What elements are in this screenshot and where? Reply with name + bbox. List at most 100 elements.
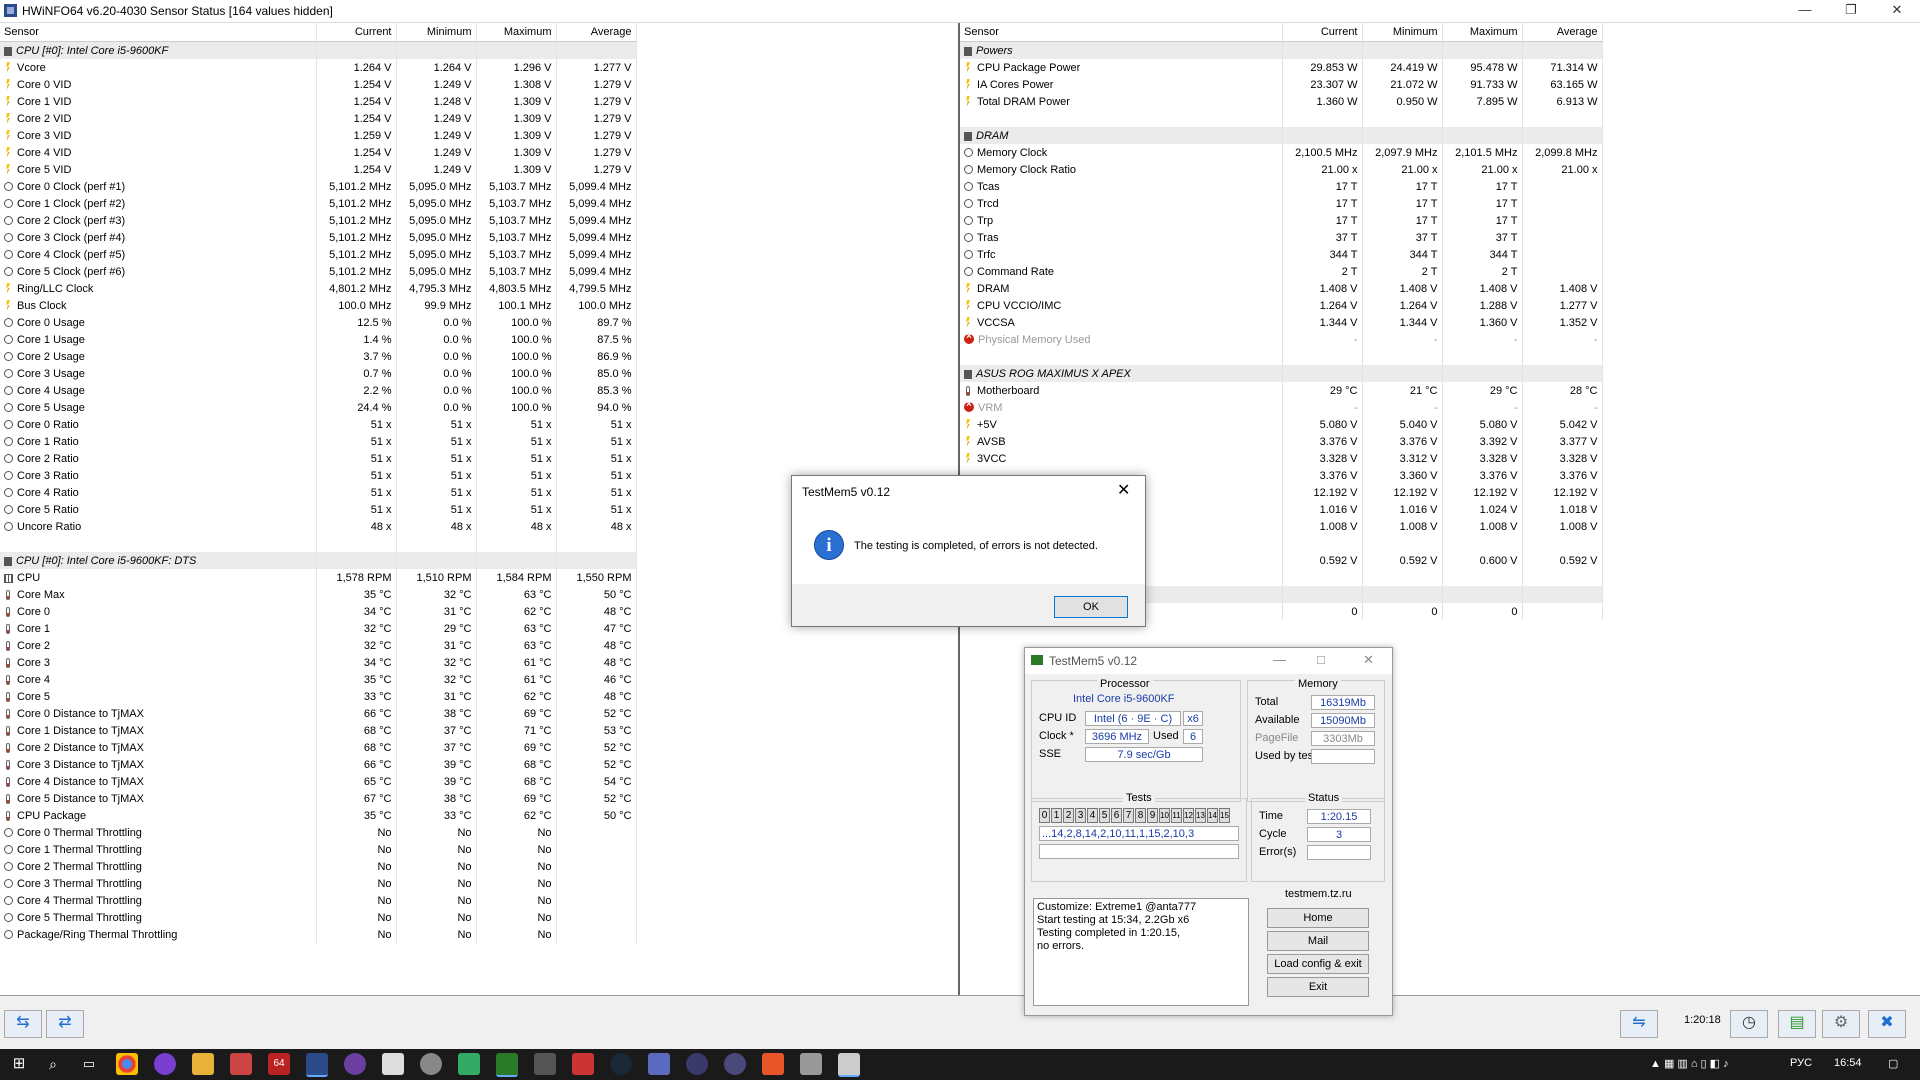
sensor-row[interactable]: Core 0 Ratio 51 x 51 x 51 x 51 x — [0, 416, 637, 433]
report-icon[interactable]: ▤ — [1778, 1010, 1816, 1038]
exit-button[interactable]: Exit — [1267, 977, 1369, 997]
navigate-collapse-icon[interactable]: ⇄ — [46, 1010, 84, 1038]
sensor-row[interactable]: CPU 1,578 RPM 1,510 RPM 1,584 RPM 1,550 RPM — [0, 569, 637, 586]
notepad-icon[interactable] — [382, 1053, 404, 1075]
navigate-left-right-icon[interactable]: ⇆ — [4, 1010, 42, 1038]
sensor-group-row[interactable]: ASUS ROG MAXIMUS X APEX — [960, 365, 1603, 382]
minimize-icon[interactable]: — — [1273, 652, 1286, 667]
chrome-icon[interactable] — [116, 1053, 138, 1075]
sensor-row[interactable]: Trfc 344 T 344 T 344 T — [960, 246, 1603, 263]
col-minimum[interactable]: Minimum — [1362, 23, 1443, 42]
col-average[interactable]: Average — [1522, 23, 1603, 42]
sensor-row[interactable]: Core 3 VID 1.259 V 1.249 V 1.309 V 1.279 V — [0, 127, 637, 144]
sensor-row[interactable]: Core 1 Clock (perf #2) 5,101.2 MHz 5,095.0… — [0, 195, 637, 212]
notification-icon[interactable]: ▢ — [1888, 1057, 1898, 1070]
sensor-row[interactable]: Core 2 Thermal Throttling No No No — [0, 858, 637, 875]
home-button[interactable]: Home — [1267, 908, 1369, 928]
app-icon-green[interactable] — [458, 1053, 480, 1075]
sensor-row[interactable]: Core 1 Thermal Throttling No No No — [0, 841, 637, 858]
app-icon-grid[interactable] — [800, 1053, 822, 1075]
windows-start-icon[interactable]: ⊞ — [8, 1053, 30, 1075]
dialog-taskbar-icon[interactable] — [838, 1053, 860, 1077]
sensor-row[interactable]: Core 2 VID 1.254 V 1.249 V 1.309 V 1.279 V — [0, 110, 637, 127]
col-average[interactable]: Average — [556, 23, 637, 42]
col-sensor[interactable]: Sensor — [0, 23, 317, 42]
sensor-row[interactable]: Command Rate 2 T2 T2 T — [960, 263, 1603, 280]
app-icon-violet[interactable] — [344, 1053, 366, 1075]
sensor-row[interactable]: Core 0 34 °C 31 °C 62 °C 48 °C — [0, 603, 637, 620]
sensor-row[interactable]: Core 0 Usage 12.5 % 0.0 % 100.0 % 89.7 % — [0, 314, 637, 331]
sensor-row[interactable]: Core 2 Distance to TjMAX 68 °C 37 °C 69 °C 5… — [0, 739, 637, 756]
minimize-icon[interactable]: — — [1782, 0, 1828, 22]
close-icon[interactable]: ✕ — [1874, 0, 1920, 22]
sensor-row[interactable]: Uncore Ratio 48 x 48 x 48 x 48 x — [0, 518, 637, 535]
sensor-row[interactable]: Tcas 17 T 17 T 17 T — [960, 178, 1603, 195]
sensor-row[interactable]: Memory Clock 2,100.5 MHz 2,097.9 MHz 2,101.… — [960, 144, 1603, 161]
sensor-row[interactable]: Core 1 32 °C 29 °C 63 °C 47 °C — [0, 620, 637, 637]
ok-button[interactable]: OK — [1054, 596, 1128, 618]
clock-icon[interactable]: ◷ — [1730, 1010, 1768, 1038]
sensor-row[interactable]: Core Max 35 °C 32 °C 63 °C 50 °C — [0, 586, 637, 603]
sensor-row[interactable]: Core 4 Clock (perf #5) 5,101.2 MHz 5,095.0… — [0, 246, 637, 263]
sensor-row[interactable]: Core 3 Ratio 51 x 51 x 51 x 51 x — [0, 467, 637, 484]
sensor-row[interactable]: Core 3 34 °C 32 °C 61 °C 48 °C — [0, 654, 637, 671]
sensor-row[interactable]: Core 4 Usage 2.2 % 0.0 % 100.0 % 85.3 % — [0, 382, 637, 399]
sensor-row[interactable]: +5V 5.080 V 5.040 V 5.080 V 5.042 V — [960, 416, 1603, 433]
sensor-row[interactable]: Core 5 Usage 24.4 % 0.0 % 100.0 % 94.0 % — [0, 399, 637, 416]
sensor-row[interactable]: Core 1 VID 1.254 V 1.248 V 1.309 V 1.279 V — [0, 93, 637, 110]
app-icon-circle-2[interactable] — [724, 1053, 746, 1075]
col-minimum[interactable]: Minimum — [396, 23, 477, 42]
hwinfo-taskbar-icon[interactable] — [306, 1053, 328, 1077]
steam-icon[interactable] — [610, 1053, 632, 1075]
app-icon-orange[interactable] — [762, 1053, 784, 1075]
sensor-group-row[interactable]: CPU [#0]: Intel Core i5-9600KF: DTS — [0, 552, 637, 569]
aida64-icon[interactable]: 64 — [268, 1053, 290, 1075]
load-config-exit-button[interactable]: Load config & exit — [1267, 954, 1369, 974]
sensor-row[interactable]: DRAM 1.408 V 1.408 V 1.408 V 1.408 V — [960, 280, 1603, 297]
sensor-row[interactable]: Core 4 35 °C 32 °C 61 °C 46 °C — [0, 671, 637, 688]
sensor-row[interactable]: Bus Clock 100.0 MHz 99.9 MHz 100.1 MHz 100.0… — [0, 297, 637, 314]
col-current[interactable]: Current — [316, 23, 397, 42]
sensor-row[interactable]: Core 5 Distance to TjMAX 67 °C 38 °C 69 °C 5… — [0, 790, 637, 807]
sensor-row[interactable]: Core 3 Distance to TjMAX 66 °C 39 °C 68 °C 5… — [0, 756, 637, 773]
network-icon[interactable]: ⇋ — [1620, 1010, 1658, 1038]
sensor-row[interactable]: Core 0 Thermal Throttling No No No — [0, 824, 637, 841]
keyboard-language[interactable]: РУС — [1790, 1057, 1812, 1069]
sensor-row[interactable]: Core 4 Ratio 51 x 51 x 51 x 51 x — [0, 484, 637, 501]
app-icon-shield[interactable] — [572, 1053, 594, 1075]
sensor-row[interactable]: Total DRAM Power 1.360 W 0.950 W 7.895 W 6.9… — [960, 93, 1603, 110]
sensor-row[interactable]: Tras 37 T 37 T 37 T — [960, 229, 1603, 246]
sensor-row[interactable]: Package/Ring Thermal Throttling No No No — [0, 926, 637, 943]
sensor-row[interactable]: VCCSA 1.344 V 1.344 V 1.360 V 1.352 V — [960, 314, 1603, 331]
sensor-row[interactable]: Core 5 Ratio 51 x 51 x 51 x 51 x — [0, 501, 637, 518]
sensor-row[interactable]: Core 0 Distance to TjMAX 66 °C 38 °C 69 °C 5… — [0, 705, 637, 722]
app-icon-purple[interactable] — [154, 1053, 176, 1075]
restore-icon[interactable]: ❐ — [1828, 0, 1874, 22]
sensor-row[interactable]: Motherboard 29 °C 21 °C 29 °C 28 °C — [960, 382, 1603, 399]
clock[interactable]: 16:54 — [1834, 1057, 1862, 1069]
sensor-row[interactable]: Memory Clock Ratio 21.00 x 21.00 x 21.00 x2… — [960, 161, 1603, 178]
sensor-row[interactable]: Trcd 17 T 17 T 17 T — [960, 195, 1603, 212]
sensor-row[interactable]: Core 1 Ratio 51 x 51 x 51 x 51 x — [0, 433, 637, 450]
sensor-row[interactable]: CPU VCCIO/IMC 1.264 V 1.264 V 1.288 V 1.277 … — [960, 297, 1603, 314]
log-textbox[interactable]: Customize: Extreme1 @anta777 Start testin… — [1033, 898, 1249, 1006]
sensor-row[interactable]: Core 3 Clock (perf #4) 5,101.2 MHz 5,095.0… — [0, 229, 637, 246]
search-icon[interactable]: ⌕ — [42, 1053, 64, 1075]
sensor-row[interactable]: Core 4 VID 1.254 V 1.249 V 1.309 V 1.279 V — [0, 144, 637, 161]
sensor-row[interactable]: Core 5 Thermal Throttling No No No — [0, 909, 637, 926]
testmem-taskbar-icon[interactable] — [496, 1053, 518, 1077]
sensor-group-row[interactable]: CPU [#0]: Intel Core i5-9600KF — [0, 41, 637, 59]
sensor-row[interactable]: Core 2 Clock (perf #3) 5,101.2 MHz 5,095.0… — [0, 212, 637, 229]
sensor-row[interactable]: Core 1 Usage 1.4 % 0.0 % 100.0 % 87.5 % — [0, 331, 637, 348]
col-sensor[interactable]: Sensor — [960, 23, 1283, 42]
sensor-row[interactable]: Core 4 Distance to TjMAX 65 °C 39 °C 68 °C 5… — [0, 773, 637, 790]
sensor-row[interactable]: Core 2 Usage 3.7 % 0.0 % 100.0 % 86.9 % — [0, 348, 637, 365]
sensor-row[interactable]: Vcore 1.264 V 1.264 V 1.296 V 1.277 V — [0, 59, 637, 76]
sensor-row[interactable]: Ring/LLC Clock 4,801.2 MHz 4,795.3 MHz 4,80… — [0, 280, 637, 297]
sensor-row[interactable]: Core 5 VID 1.254 V 1.249 V 1.309 V 1.279 V — [0, 161, 637, 178]
maximize-icon[interactable]: □ — [1317, 652, 1325, 667]
close-icon[interactable]: ✕ — [1363, 652, 1374, 668]
app-icon-blue[interactable] — [648, 1053, 670, 1075]
sensor-row[interactable]: Core 0 VID 1.254 V 1.249 V 1.308 V 1.279 V — [0, 76, 637, 93]
col-current[interactable]: Current — [1282, 23, 1363, 42]
